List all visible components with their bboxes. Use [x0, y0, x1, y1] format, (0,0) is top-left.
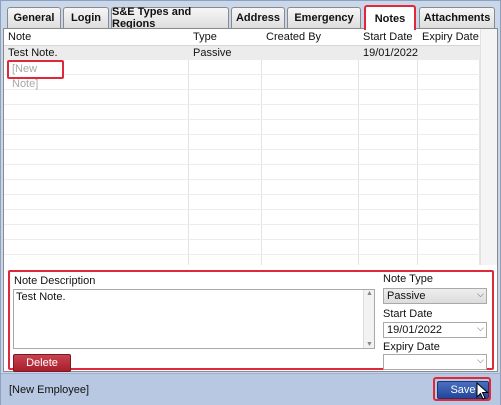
cell-type[interactable]: Passive: [193, 46, 232, 60]
note-description-label: Note Description: [14, 275, 96, 287]
status-text: [New Employee]: [9, 384, 90, 396]
column-header-created-by[interactable]: Created By: [266, 30, 321, 44]
note-description-text: Test Note.: [16, 291, 66, 303]
grid-empty-rows: [4, 60, 480, 265]
start-date-picker[interactable]: 19/01/2022 ⌵: [383, 322, 487, 338]
cell-note[interactable]: Test Note.: [8, 46, 58, 60]
tab-login[interactable]: Login: [63, 7, 109, 28]
tab-general[interactable]: General: [7, 7, 61, 28]
start-date-label: Start Date: [383, 308, 433, 320]
new-note-row[interactable]: [New Note]: [7, 60, 64, 90]
note-type-select[interactable]: Passive ⌵: [383, 288, 487, 304]
note-type-value: Passive: [387, 290, 426, 302]
column-header-note[interactable]: Note: [8, 30, 31, 44]
expiry-date-picker[interactable]: ⌵: [383, 354, 487, 370]
grid-header: Note Type Created By Start Date Expiry D…: [4, 29, 480, 46]
chevron-down-icon[interactable]: ⌵: [477, 355, 484, 366]
mouse-pointer-icon: [476, 382, 489, 400]
footer-bar: [New Employee] Save: [1, 373, 500, 405]
chevron-down-icon[interactable]: ⌵: [477, 323, 484, 334]
grid-scrollbar[interactable]: [480, 29, 497, 265]
column-header-expiry-date[interactable]: Expiry Date: [422, 30, 479, 44]
tab-address[interactable]: Address: [231, 7, 285, 28]
tab-emergency[interactable]: Emergency: [287, 7, 361, 28]
column-header-type[interactable]: Type: [193, 30, 217, 44]
column-header-start-date[interactable]: Start Date: [363, 30, 413, 44]
chevron-down-icon[interactable]: ⌵: [477, 289, 484, 300]
employee-editor-window: General Login S&E Types and Regions Addr…: [0, 0, 501, 405]
start-date-value: 19/01/2022: [387, 324, 443, 336]
description-scrollbar[interactable]: ▲ ▼: [363, 290, 374, 348]
tab-attachments[interactable]: Attachments: [419, 7, 495, 28]
tab-strip: General Login S&E Types and Regions Addr…: [3, 5, 498, 30]
scroll-down-icon[interactable]: ▼: [366, 341, 373, 348]
tab-se-types-regions[interactable]: S&E Types and Regions: [111, 6, 229, 30]
note-description-input[interactable]: Test Note. ▲ ▼: [13, 289, 375, 349]
delete-button[interactable]: Delete: [13, 354, 71, 372]
notes-grid[interactable]: Note Type Created By Start Date Expiry D…: [4, 29, 480, 265]
cell-start-date[interactable]: 19/01/2022: [363, 46, 418, 60]
note-type-label: Note Type: [383, 273, 433, 285]
tab-notes[interactable]: Notes: [364, 5, 416, 30]
note-detail-editor: Note Description Test Note. ▲ ▼ Delete N…: [8, 270, 494, 372]
scroll-up-icon[interactable]: ▲: [366, 290, 373, 297]
expiry-date-label: Expiry Date: [383, 341, 440, 353]
notes-panel: Note Type Created By Start Date Expiry D…: [3, 28, 498, 372]
